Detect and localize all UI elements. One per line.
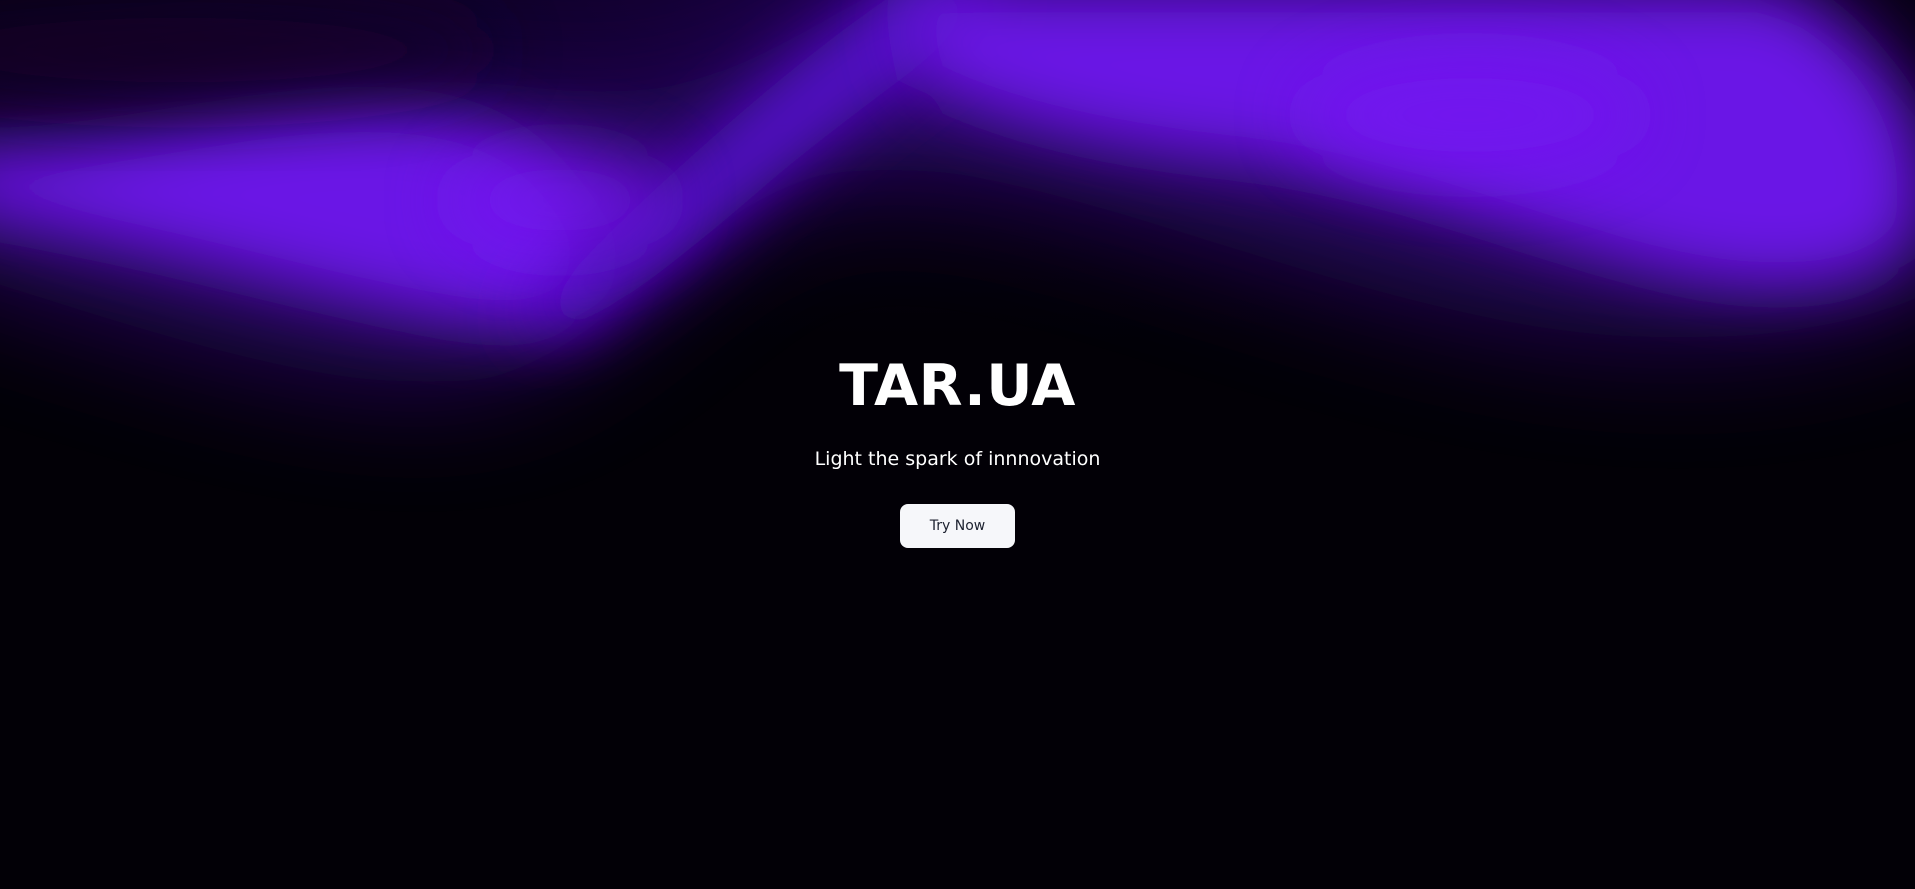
hero-tagline: Light the spark of innnovation [814, 448, 1101, 470]
hero-content: TAR.UA Light the spark of innnovation Tr… [0, 0, 1915, 889]
hero-section: TAR.UA Light the spark of innnovation Tr… [0, 0, 1915, 889]
try-now-button[interactable]: Try Now [900, 504, 1015, 548]
brand-title: TAR.UA [839, 353, 1076, 419]
